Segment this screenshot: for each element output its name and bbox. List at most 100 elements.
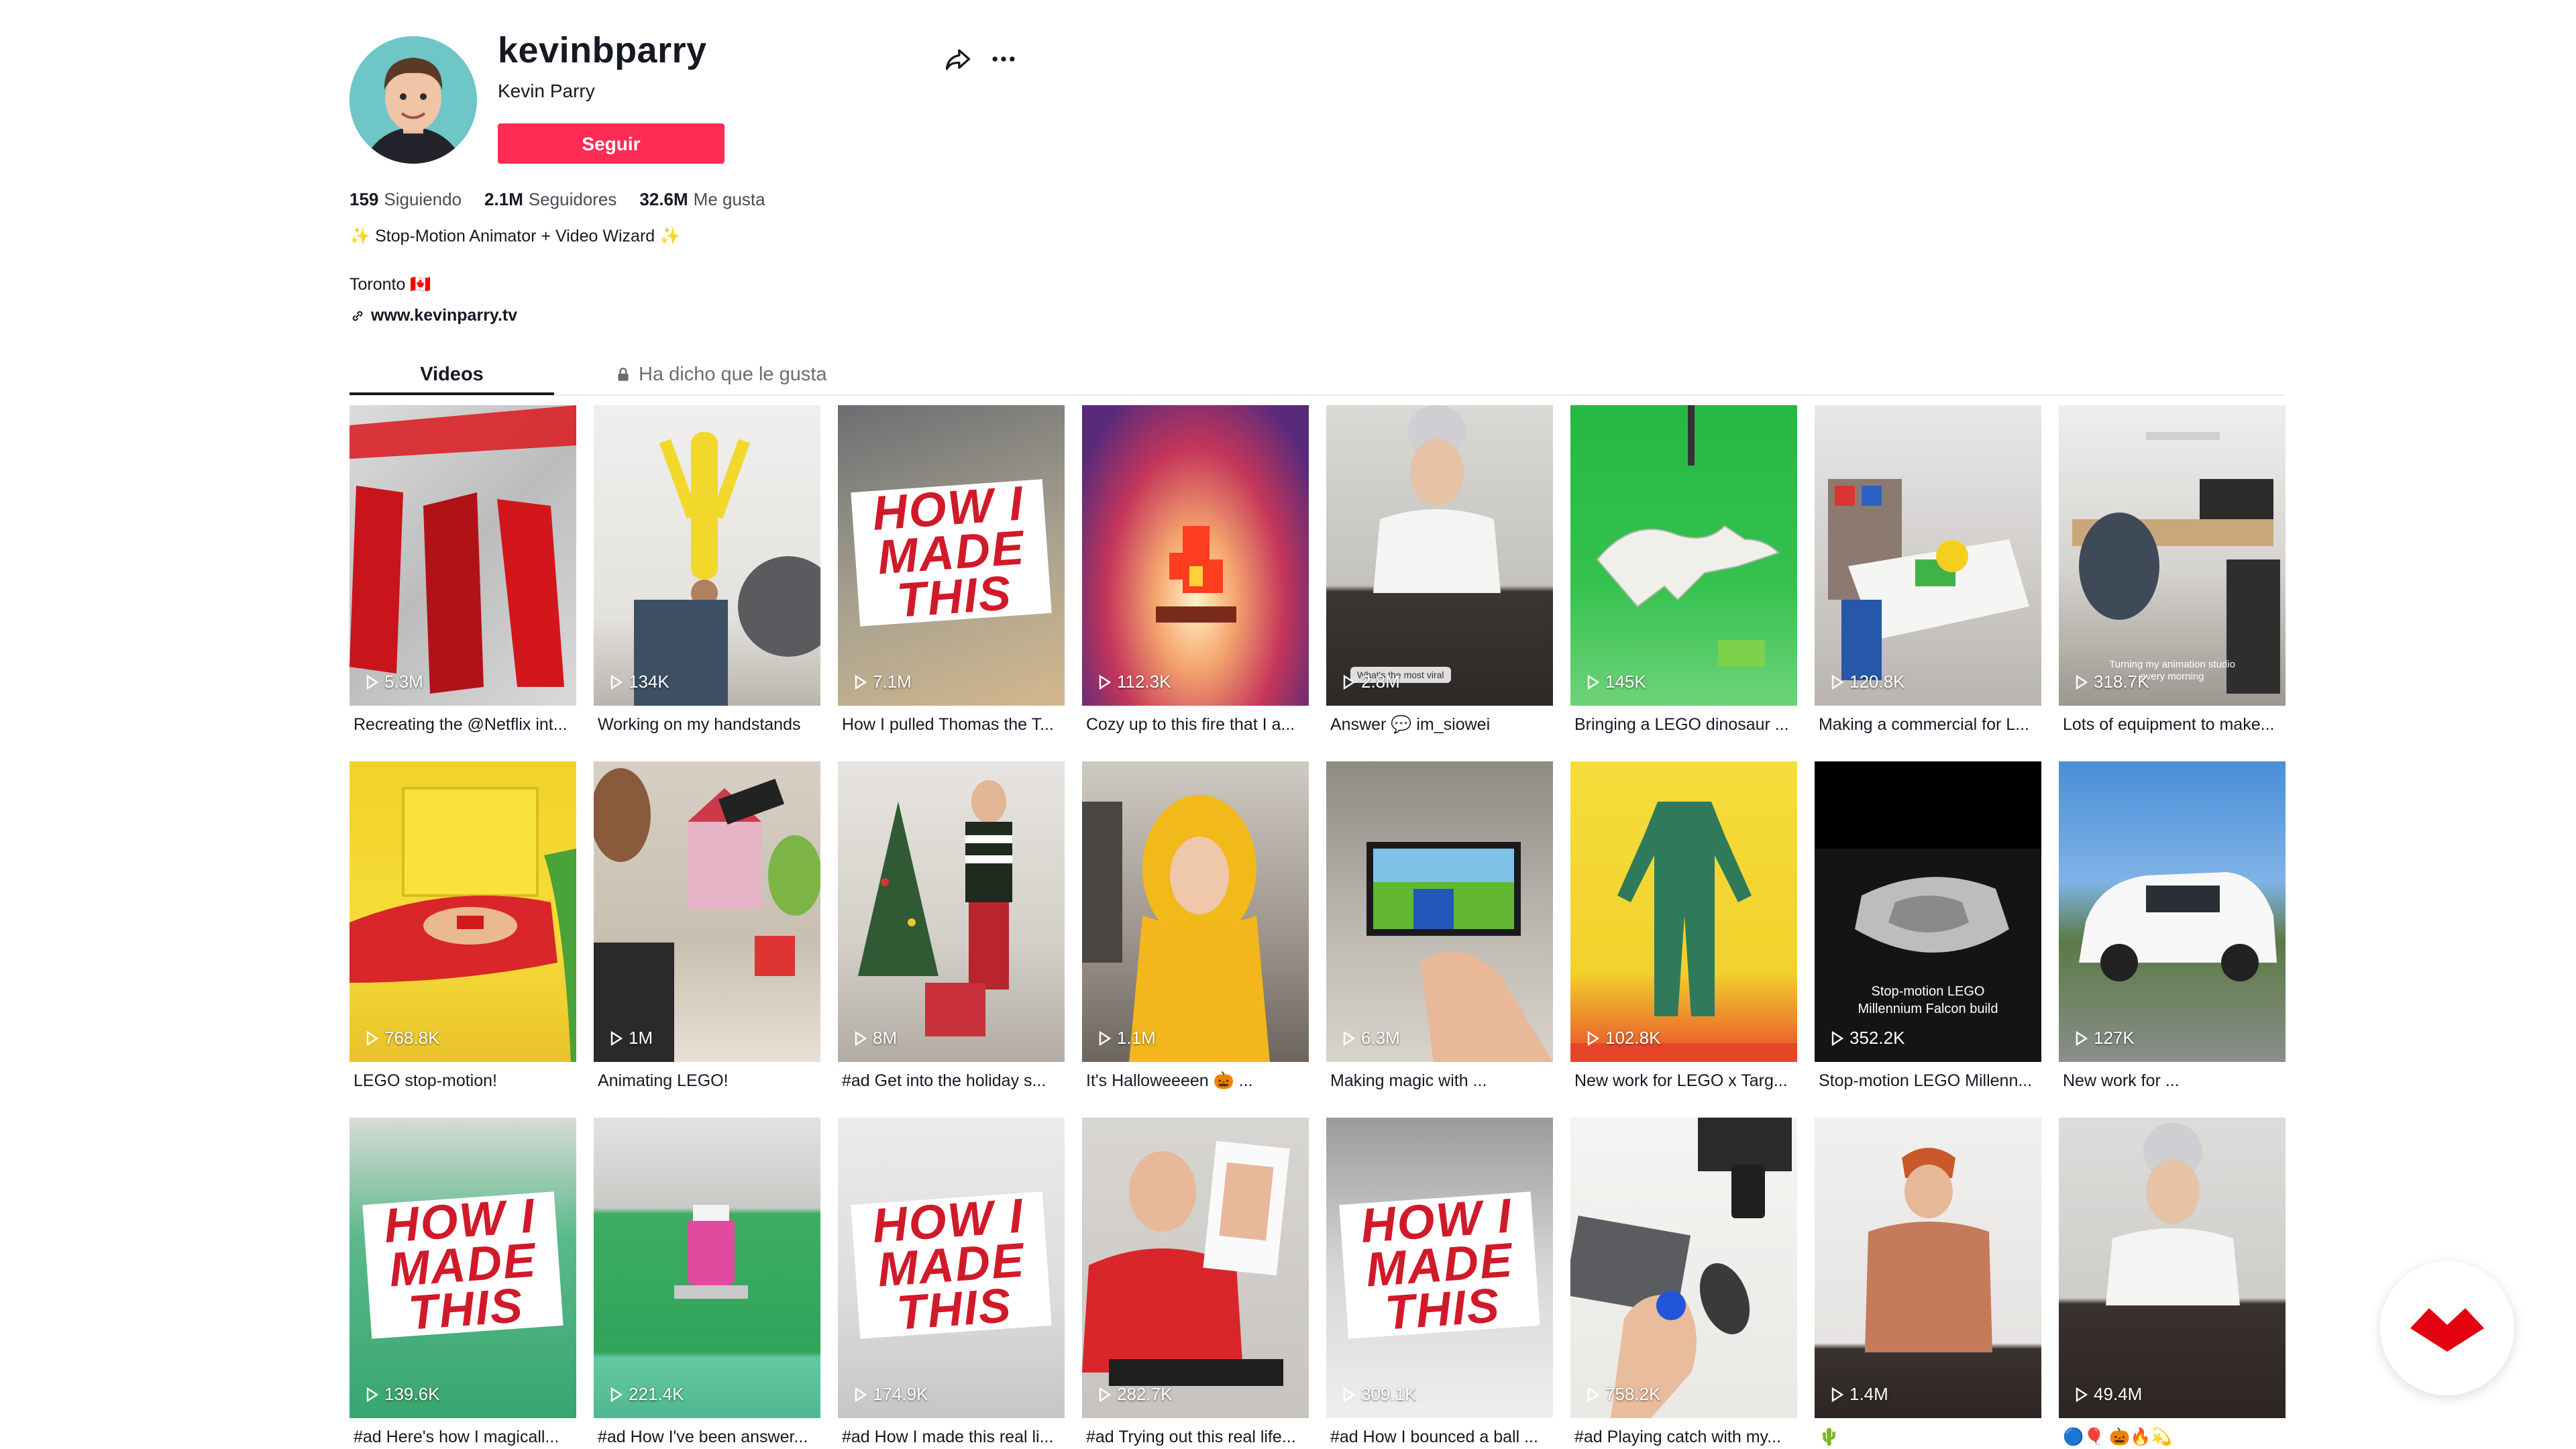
- video-card[interactable]: 6.3M Making magic with ...: [1326, 761, 1553, 1091]
- play-icon: [610, 1030, 623, 1046]
- video-caption[interactable]: #ad How I've been answer...: [594, 1428, 820, 1447]
- play-icon: [366, 674, 379, 690]
- video-thumbnail[interactable]: 134K: [594, 405, 820, 706]
- more-options-icon[interactable]: [989, 44, 1018, 74]
- video-card[interactable]: HOW I MADE THIS 7.1M How I pulled Thomas t…: [838, 405, 1065, 735]
- stat-followers-label: Seguidores: [528, 189, 617, 209]
- view-count: 318.7K: [2075, 672, 2149, 692]
- video-thumbnail[interactable]: HOW I MADE THIS 309.1K: [1326, 1118, 1553, 1418]
- video-card[interactable]: HOW I MADE THIS 174.9K #ad How I made this…: [838, 1118, 1065, 1447]
- avatar[interactable]: [350, 36, 477, 164]
- play-icon: [1343, 1030, 1356, 1046]
- stat-followers-count: 2.1M: [484, 189, 523, 209]
- video-thumbnail[interactable]: 112.3K: [1082, 405, 1309, 706]
- video-thumbnail[interactable]: 1M: [594, 761, 820, 1062]
- play-icon: [2076, 1030, 2088, 1046]
- video-thumbnail[interactable]: 145K: [1570, 405, 1797, 706]
- video-card[interactable]: 145K Bringing a LEGO dinosaur ...: [1570, 405, 1797, 735]
- video-card[interactable]: Turning my animation studio every morning…: [2059, 405, 2286, 735]
- video-card[interactable]: 768.8K LEGO stop-motion!: [350, 761, 576, 1091]
- video-caption[interactable]: Answer 💬 im_siowei: [1326, 715, 1553, 735]
- stat-likes-count: 32.6M: [639, 189, 688, 209]
- video-thumbnail[interactable]: 221.4K: [594, 1118, 820, 1418]
- video-card[interactable]: 758.2K #ad Playing catch with my...: [1570, 1118, 1797, 1447]
- video-thumbnail[interactable]: 8M: [838, 761, 1065, 1062]
- follow-button[interactable]: Seguir: [498, 123, 724, 164]
- tab-videos[interactable]: Videos: [350, 360, 554, 396]
- video-caption[interactable]: Bringing a LEGO dinosaur ...: [1570, 715, 1797, 735]
- video-thumbnail[interactable]: What's the most viral 2.8M: [1326, 405, 1553, 706]
- video-card[interactable]: 49.4M 🔵🎈 🎃🔥💫: [2059, 1118, 2286, 1447]
- video-grid: 5.3M Recreating the @Netflix int... 134K…: [350, 405, 2286, 1447]
- play-icon: [855, 1387, 867, 1402]
- profile-username: kevinbparry: [498, 30, 707, 70]
- video-caption[interactable]: New work for ...: [2059, 1071, 2286, 1091]
- video-caption[interactable]: LEGO stop-motion!: [350, 1071, 576, 1091]
- video-caption[interactable]: #ad Trying out this real life...: [1082, 1428, 1309, 1447]
- stat-following-count: 159: [350, 189, 379, 209]
- profile-nickname: Kevin Parry: [498, 80, 595, 101]
- stat-following[interactable]: 159 Siguiendo: [350, 189, 462, 210]
- video-thumbnail[interactable]: 49.4M: [2059, 1118, 2286, 1418]
- video-caption[interactable]: Animating LEGO!: [594, 1071, 820, 1091]
- video-thumbnail[interactable]: 758.2K: [1570, 1118, 1797, 1418]
- video-caption[interactable]: #ad Here's how I magicall...: [350, 1428, 576, 1447]
- video-card[interactable]: 1M Animating LEGO!: [594, 761, 820, 1091]
- video-card[interactable]: 1.4M 🌵: [1815, 1118, 2041, 1447]
- video-caption[interactable]: New work for LEGO x Targ...: [1570, 1071, 1797, 1091]
- video-card[interactable]: 112.3K Cozy up to this fire that I a...: [1082, 405, 1309, 735]
- stat-followers[interactable]: 2.1M Seguidores: [484, 189, 616, 210]
- tab-liked[interactable]: Ha dicho que le gusta: [614, 360, 827, 389]
- video-caption[interactable]: Stop-motion LEGO Millenn...: [1815, 1071, 2041, 1091]
- video-card[interactable]: 8M #ad Get into the holiday s...: [838, 761, 1065, 1091]
- video-thumbnail[interactable]: 5.3M: [350, 405, 576, 706]
- video-thumbnail[interactable]: Turning my animation studio every morning…: [2059, 405, 2286, 706]
- video-card[interactable]: 120.8K Making a commercial for L...: [1815, 405, 2041, 735]
- video-card[interactable]: 282.7K #ad Trying out this real life...: [1082, 1118, 1309, 1447]
- video-card[interactable]: 5.3M Recreating the @Netflix int...: [350, 405, 576, 735]
- video-caption[interactable]: It's Halloweeeen 🎃 ...: [1082, 1071, 1309, 1091]
- video-card[interactable]: 1.1M It's Halloweeeen 🎃 ...: [1082, 761, 1309, 1091]
- video-thumbnail[interactable]: 1.1M: [1082, 761, 1309, 1062]
- video-caption[interactable]: #ad How I made this real li...: [838, 1428, 1065, 1447]
- view-count: 112.3K: [1098, 672, 1171, 692]
- video-card[interactable]: HOW I MADE THIS 139.6K #ad Here's how I ma…: [350, 1118, 576, 1447]
- video-thumbnail[interactable]: 282.7K: [1082, 1118, 1309, 1418]
- video-card[interactable]: 127K New work for ...: [2059, 761, 2286, 1091]
- video-card[interactable]: Stop-motion LEGO Millennium Falcon build …: [1815, 761, 2041, 1091]
- video-thumbnail[interactable]: 102.8K: [1570, 761, 1797, 1062]
- video-card[interactable]: 134K Working on my handstands: [594, 405, 820, 735]
- video-caption[interactable]: Working on my handstands: [594, 715, 820, 735]
- video-caption[interactable]: Making magic with ...: [1326, 1071, 1553, 1091]
- video-thumbnail[interactable]: HOW I MADE THIS 174.9K: [838, 1118, 1065, 1418]
- video-caption[interactable]: Cozy up to this fire that I a...: [1082, 715, 1309, 735]
- share-icon[interactable]: [943, 44, 973, 74]
- video-card[interactable]: 221.4K #ad How I've been answer...: [594, 1118, 820, 1447]
- video-card[interactable]: What's the most viral 2.8M Answer 💬 im_s…: [1326, 405, 1553, 735]
- video-card[interactable]: 102.8K New work for LEGO x Targ...: [1570, 761, 1797, 1091]
- brand-logo-icon: [2410, 1308, 2484, 1352]
- play-icon: [1343, 1387, 1356, 1402]
- video-thumbnail[interactable]: HOW I MADE THIS 7.1M: [838, 405, 1065, 706]
- video-thumbnail[interactable]: 6.3M: [1326, 761, 1553, 1062]
- play-icon: [366, 1387, 379, 1402]
- video-caption[interactable]: #ad Get into the holiday s...: [838, 1071, 1065, 1091]
- video-thumbnail[interactable]: 127K: [2059, 761, 2286, 1062]
- video-caption[interactable]: Recreating the @Netflix int...: [350, 715, 576, 735]
- video-thumbnail[interactable]: 120.8K: [1815, 405, 2041, 706]
- profile-website-link[interactable]: www.kevinparry.tv: [350, 306, 517, 325]
- video-caption[interactable]: 🔵🎈 🎃🔥💫: [2059, 1428, 2286, 1447]
- video-thumbnail[interactable]: 1.4M: [1815, 1118, 2041, 1418]
- app-logo-badge[interactable]: [2380, 1261, 2514, 1395]
- video-thumbnail[interactable]: 768.8K: [350, 761, 576, 1062]
- video-caption[interactable]: 🌵: [1815, 1428, 2041, 1447]
- video-thumbnail[interactable]: HOW I MADE THIS 139.6K: [350, 1118, 576, 1418]
- view-count: 7.1M: [854, 672, 912, 692]
- video-caption[interactable]: #ad Playing catch with my...: [1570, 1428, 1797, 1447]
- video-caption[interactable]: Making a commercial for L...: [1815, 715, 2041, 735]
- video-card[interactable]: HOW I MADE THIS 309.1K #ad How I bounced a…: [1326, 1118, 1553, 1447]
- video-thumbnail[interactable]: Stop-motion LEGO Millennium Falcon build …: [1815, 761, 2041, 1062]
- video-caption[interactable]: Lots of equipment to make...: [2059, 715, 2286, 735]
- video-caption[interactable]: #ad How I bounced a ball ...: [1326, 1428, 1553, 1447]
- video-caption[interactable]: How I pulled Thomas the T...: [838, 715, 1065, 735]
